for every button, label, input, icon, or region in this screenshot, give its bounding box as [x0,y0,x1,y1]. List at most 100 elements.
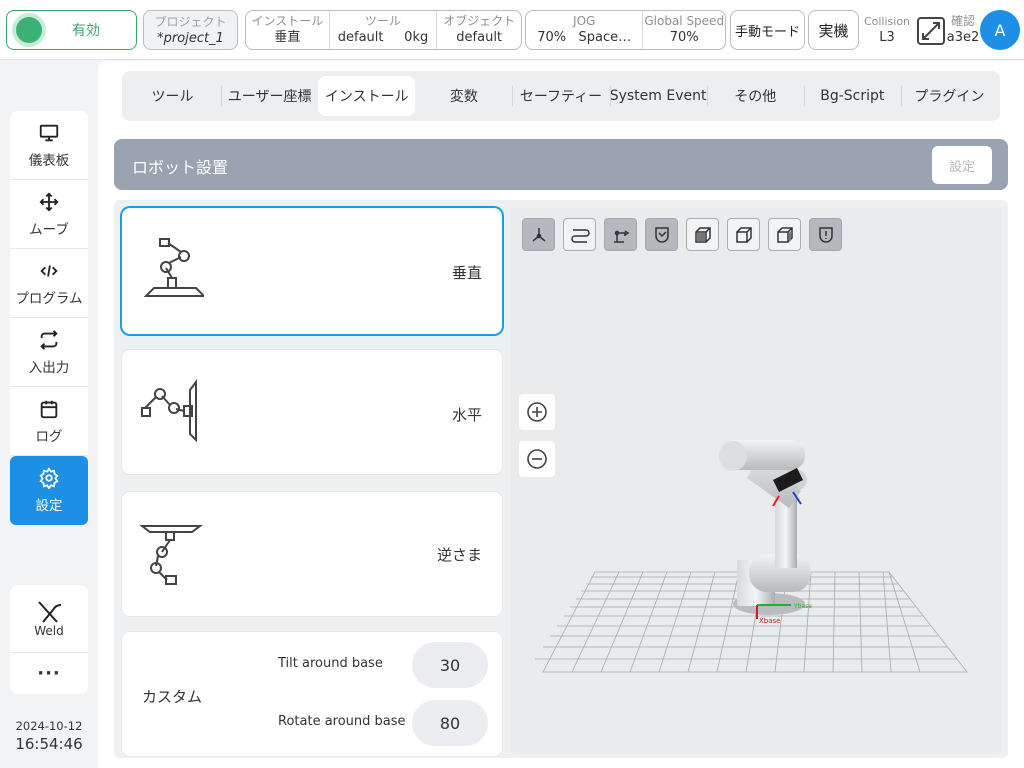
tab-system-event[interactable]: System Event [609,76,707,116]
rotate-value-input[interactable]: 80 [412,700,488,746]
tab-user-frame[interactable]: ユーザー座標 [221,76,318,116]
cube-front-icon [694,226,711,243]
robot-icon [613,229,629,243]
sidebar-item-io[interactable]: 入出力 [10,318,88,387]
top-bar: 有効 プロジェクト *project_1 インストール 垂直 ツール defau… [0,0,1024,60]
shield-alert-icon [818,226,833,243]
cube-side-icon [735,226,752,243]
sidebar-item-label: ログ [35,428,63,445]
y-base-label: Ybase [793,603,812,610]
view-side-button[interactable] [727,218,760,251]
view-safety-zone-button[interactable] [645,218,678,251]
gear-icon [39,467,59,489]
move-arrows-icon [39,191,59,212]
object-cell[interactable]: オブジェクト default [437,11,521,49]
sidebar-item-label: 儀表板 [28,152,70,169]
fullscreen-icon[interactable] [916,16,946,46]
confirm-value: a3e2 [946,30,980,45]
speed-summary[interactable]: JOG 70% Space… Global Speed 70% [525,10,726,50]
sidebar-item-move[interactable]: ムーブ [10,180,88,249]
status-label: 有効 [72,23,100,39]
monitor-icon [39,124,59,141]
zoom-in-button[interactable] [519,394,555,430]
robot-status-toggle[interactable]: 有効 [6,10,137,50]
tool-value: default 0kg [337,30,429,45]
jog-value: 70% Space… [537,30,632,45]
custom-mount-label: カスタム [142,688,203,706]
sidebar-item-label: プログラム [15,290,83,307]
sidebar-item-label: 入出力 [28,359,70,376]
object-caption: オブジェクト [443,14,516,28]
confirm-caption: 確認 [950,14,975,28]
project-name: *project_1 [157,31,224,46]
calendar-icon [40,400,58,418]
zoom-out-button[interactable] [519,441,555,477]
sidebar-item-label: 設定 [35,498,63,514]
installation-value: 垂直 [274,30,301,45]
sidebar-item-program[interactable]: プログラム [10,249,88,318]
view-axes-button[interactable] [522,218,555,251]
tab-tool[interactable]: ツール [124,76,221,116]
user-avatar[interactable]: A [980,10,1020,50]
tab-installation[interactable]: インストール [318,76,416,116]
tab-bg-script[interactable]: Bg-Script [803,76,901,116]
mount-option-inverted[interactable]: 逆さま [122,492,502,616]
view-top-button[interactable] [768,218,801,251]
view-toolbar [522,218,842,251]
robot-horizontal-mount-icon [141,379,197,442]
collision-value: L3 [879,30,895,45]
view-warning-button[interactable] [809,218,842,251]
clock-date: 2024-10-12 [15,719,83,733]
mount-option-custom[interactable]: カスタム Tilt around base 30 Rotate around b… [122,632,502,756]
sidebar-nav: 儀表板 ムーブ プログラム 入出力 ログ 設定 [10,111,88,525]
clock-time: 16:54:46 [15,735,83,753]
collision-level[interactable]: Collision L3 [862,14,912,46]
project-caption: プロジェクト [154,15,227,29]
sidebar-item-settings[interactable]: 設定 [10,456,88,525]
tab-other[interactable]: その他 [706,76,804,116]
installation-content: 垂直 水平 逆さま カスタム Tilt around base 30 Rotat… [114,200,1008,758]
zoom-out-icon [527,449,547,469]
rotate-param-row: Rotate around base 80 [278,700,488,746]
sidebar-item-weld[interactable]: Weld [10,585,88,653]
installation-summary[interactable]: インストール 垂直 ツール default 0kg オブジェクト default [245,10,522,50]
code-icon [40,264,58,277]
main-panel: ツール ユーザー座標 インストール 変数 セーフティー System Event… [98,61,1024,768]
mount-option-vertical[interactable]: 垂直 [122,208,502,334]
view-front-button[interactable] [686,218,719,251]
tab-plugins[interactable]: プラグイン [900,76,998,116]
tool-caption: ツール [365,14,402,28]
robot-3d-scene: Xbase Ybase [535,440,968,673]
global-speed-cell[interactable]: Global Speed 70% [643,11,725,49]
tab-variables[interactable]: 変数 [415,76,512,116]
installation-cell[interactable]: インストール 垂直 [246,11,330,49]
robot-3d-viewer[interactable]: Xbase Ybase [511,208,1001,754]
more-menu-button[interactable]: ··· [10,653,88,693]
settings-tabs: ツール ユーザー座標 インストール 変数 セーフティー System Event… [122,71,1000,121]
sidebar-item-dashboard[interactable]: 儀表板 [10,111,88,180]
rotate-label: Rotate around base [278,714,406,729]
real-machine-button[interactable]: 実機 [808,10,859,50]
global-speed-value: 70% [669,30,699,45]
view-path-button[interactable] [563,218,596,251]
mount-option-label: 逆さま [436,546,482,564]
jog-cell[interactable]: JOG 70% Space… [526,11,644,49]
view-robot-button[interactable] [604,218,637,251]
robot-inverted-mount-icon [140,525,203,585]
mount-option-horizontal[interactable]: 水平 [122,350,502,474]
x-base-label: Xbase [759,617,780,625]
tool-cell[interactable]: ツール default 0kg [330,11,438,49]
manual-mode-button[interactable]: 手動モード [730,10,805,50]
tab-safety[interactable]: セーフティー [512,76,609,116]
confirm-code[interactable]: 確認 a3e2 [946,14,980,46]
status-indicator-icon [16,17,42,43]
sidebar-plugins: Weld ··· [10,585,88,694]
tilt-value-input[interactable]: 30 [412,642,488,688]
cube-top-icon [776,226,793,243]
sidebar-item-log[interactable]: ログ [10,387,88,456]
apply-settings-button[interactable]: 設定 [932,146,992,184]
tilt-param-row: Tilt around base 30 [278,642,488,688]
project-selector[interactable]: プロジェクト *project_1 [143,10,238,50]
jog-caption: JOG [573,14,596,28]
swap-arrows-icon [40,329,58,350]
